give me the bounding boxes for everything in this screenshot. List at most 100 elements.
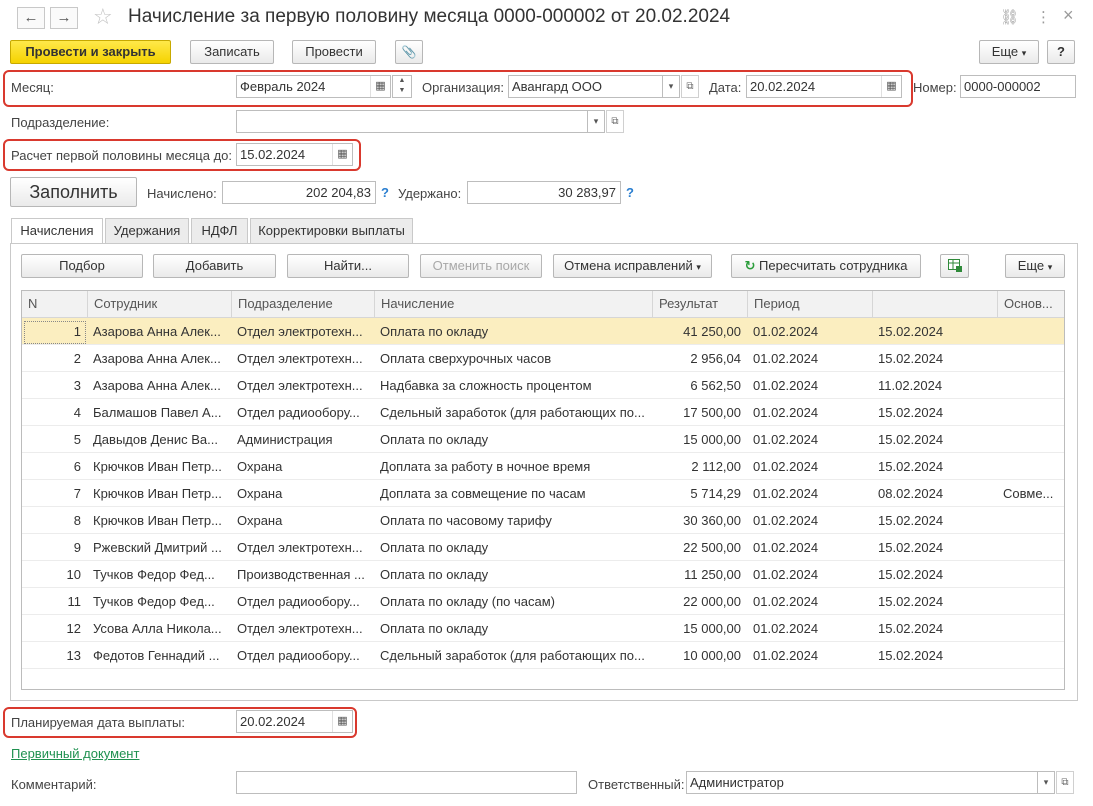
organization-field[interactable]: Авангард ООО	[508, 75, 663, 98]
subdivision-field[interactable]	[236, 110, 588, 133]
cell-employee: Тучков Федор Фед...	[93, 594, 215, 609]
table-more-label: Еще	[1017, 258, 1045, 273]
tab-ndfl[interactable]: НДФЛ	[191, 218, 248, 243]
table-row[interactable]: 3 Азарова Анна Алек... Отдел электротехн..…	[22, 372, 1064, 399]
table-row[interactable]: 10 Тучков Федор Фед... Производственная ..…	[22, 561, 1064, 588]
cell-employee: Азарова Анна Алек...	[93, 351, 221, 366]
close-icon[interactable]: ×	[1063, 5, 1074, 26]
calendar-icon[interactable]: ▦	[881, 76, 901, 97]
responsible-open-icon[interactable]: ⧉	[1056, 771, 1074, 794]
column-header-subdivision[interactable]: Подразделение	[231, 291, 374, 318]
cell-basis	[997, 615, 1064, 642]
recalculate-employee-button[interactable]: ↻ Пересчитать сотрудника	[731, 254, 921, 278]
planned-date-field[interactable]: 20.02.2024 ▦	[236, 710, 353, 733]
cell-subdivision: Охрана	[237, 486, 283, 501]
column-header-basis[interactable]: Основ...	[997, 291, 1064, 318]
cell-subdivision: Отдел электротехн...	[237, 324, 363, 339]
cell-period-end: 15.02.2024	[878, 513, 944, 528]
cell-n: 11	[67, 594, 82, 609]
add-button[interactable]: Добавить	[153, 254, 276, 278]
link-icon[interactable]: ⛓	[1000, 8, 1019, 26]
excel-export-icon[interactable]	[940, 254, 969, 278]
cell-period-end: 15.02.2024	[878, 648, 944, 663]
comment-field[interactable]	[236, 771, 577, 794]
cell-subdivision: Отдел электротехн...	[237, 378, 363, 393]
organization-dropdown-icon[interactable]: ▾	[662, 75, 680, 98]
cell-subdivision: Отдел электротехн...	[237, 540, 363, 555]
cell-accrual: Оплата по окладу	[380, 540, 489, 555]
attach-icon[interactable]: 📎	[395, 40, 423, 64]
month-stepper[interactable]: ▲ ▼	[392, 75, 412, 98]
back-button[interactable]: ←	[17, 7, 45, 29]
tab-accruals[interactable]: Начисления	[11, 218, 103, 244]
column-header-result[interactable]: Результат	[652, 291, 747, 318]
cancel-search-button: Отменить поиск	[420, 254, 542, 278]
first-half-date-field[interactable]: 15.02.2024 ▦	[236, 143, 353, 166]
post-button[interactable]: Провести	[292, 40, 376, 64]
cell-period-start: 01.02.2024	[753, 567, 819, 582]
number-field[interactable]: 0000-000002	[960, 75, 1076, 98]
table-row[interactable]: 8 Крючков Иван Петр... Охрана Оплата по час…	[22, 507, 1064, 534]
cell-employee: Усова Алла Никола...	[93, 621, 222, 636]
primary-document-link[interactable]: Первичный документ	[11, 746, 139, 761]
table-row[interactable]: 11 Тучков Федор Фед... Отдел радиообору...…	[22, 588, 1064, 615]
select-button[interactable]: Подбор	[21, 254, 143, 278]
help-button[interactable]: ?	[1047, 40, 1075, 64]
column-header-employee[interactable]: Сотрудник	[87, 291, 231, 318]
cell-n: 10	[66, 567, 81, 582]
favorite-star-icon[interactable]: ☆	[93, 4, 113, 30]
calendar-icon[interactable]: ▦	[370, 76, 390, 97]
column-header-accrual[interactable]: Начисление	[374, 291, 652, 318]
table-row[interactable]: 13 Федотов Геннадий ... Отдел радиообору..…	[22, 642, 1064, 669]
table-row[interactable]: 2 Азарова Анна Алек... Отдел электротехн..…	[22, 345, 1064, 372]
table-more-button[interactable]: Еще ▾	[1005, 254, 1065, 278]
table-row[interactable]: 5 Давыдов Денис Ва... Администрация Оплата …	[22, 426, 1064, 453]
cancel-corrections-button[interactable]: Отмена исправлений ▾	[553, 254, 712, 278]
subdivision-open-icon[interactable]: ⧉	[606, 110, 624, 133]
cell-accrual: Оплата по окладу	[380, 432, 489, 447]
organization-open-icon[interactable]: ⧉	[681, 75, 699, 98]
cell-subdivision: Отдел электротехн...	[237, 351, 363, 366]
cell-employee: Балмашов Павел А...	[93, 405, 222, 420]
tab-withholdings[interactable]: Удержания	[105, 218, 189, 243]
cell-basis	[997, 561, 1064, 588]
accrued-help-icon[interactable]: ?	[381, 185, 389, 200]
column-header-period-end[interactable]	[872, 291, 997, 318]
table-row[interactable]: 9 Ржевский Дмитрий ... Отдел электротехн..…	[22, 534, 1064, 561]
save-button[interactable]: Записать	[190, 40, 274, 64]
planned-date-label: Планируемая дата выплаты:	[11, 715, 185, 730]
cell-n: 9	[73, 540, 81, 555]
cell-subdivision: Отдел радиообору...	[237, 405, 360, 420]
more-menu-icon[interactable]: ⋮	[1036, 8, 1051, 26]
table-row[interactable]: 4 Балмашов Павел А... Отдел радиообору... С…	[22, 399, 1064, 426]
more-button[interactable]: Еще ▾	[979, 40, 1039, 64]
cell-period-end: 15.02.2024	[878, 567, 944, 582]
table-row[interactable]: 7 Крючков Иван Петр... Охрана Доплата за со…	[22, 480, 1064, 507]
table-row[interactable]: 1 Азарова Анна Алек... Отдел электротехн..…	[22, 318, 1064, 345]
column-header-n[interactable]: N	[22, 291, 87, 318]
tab-payment-corrections[interactable]: Корректировки выплаты	[250, 218, 413, 243]
cell-subdivision: Отдел радиообору...	[237, 594, 360, 609]
table-row[interactable]: 12 Усова Алла Никола... Отдел электротехн.…	[22, 615, 1064, 642]
month-field[interactable]: Февраль 2024 ▦	[236, 75, 391, 98]
subdivision-dropdown-icon[interactable]: ▾	[587, 110, 605, 133]
fill-button[interactable]: Заполнить	[10, 177, 137, 207]
withheld-help-icon[interactable]: ?	[626, 185, 634, 200]
forward-button[interactable]: →	[50, 7, 78, 29]
find-button[interactable]: Найти...	[287, 254, 409, 278]
cell-period-start: 01.02.2024	[753, 351, 819, 366]
column-header-period[interactable]: Период	[747, 291, 872, 318]
refresh-icon: ↻	[744, 258, 756, 273]
cell-basis	[997, 507, 1064, 534]
cell-period-end: 15.02.2024	[878, 405, 944, 420]
current-cell-focus	[24, 321, 86, 344]
table-row[interactable]: 6 Крючков Иван Петр... Охрана Доплата за ра…	[22, 453, 1064, 480]
calendar-icon[interactable]: ▦	[332, 144, 352, 165]
cell-accrual: Оплата по окладу	[380, 621, 489, 636]
responsible-dropdown-icon[interactable]: ▾	[1037, 771, 1055, 794]
cell-employee: Федотов Геннадий ...	[93, 648, 220, 663]
responsible-field[interactable]: Администратор	[686, 771, 1038, 794]
date-field[interactable]: 20.02.2024 ▦	[746, 75, 902, 98]
calendar-icon[interactable]: ▦	[332, 711, 352, 732]
post-and-close-button[interactable]: Провести и закрыть	[10, 40, 171, 64]
